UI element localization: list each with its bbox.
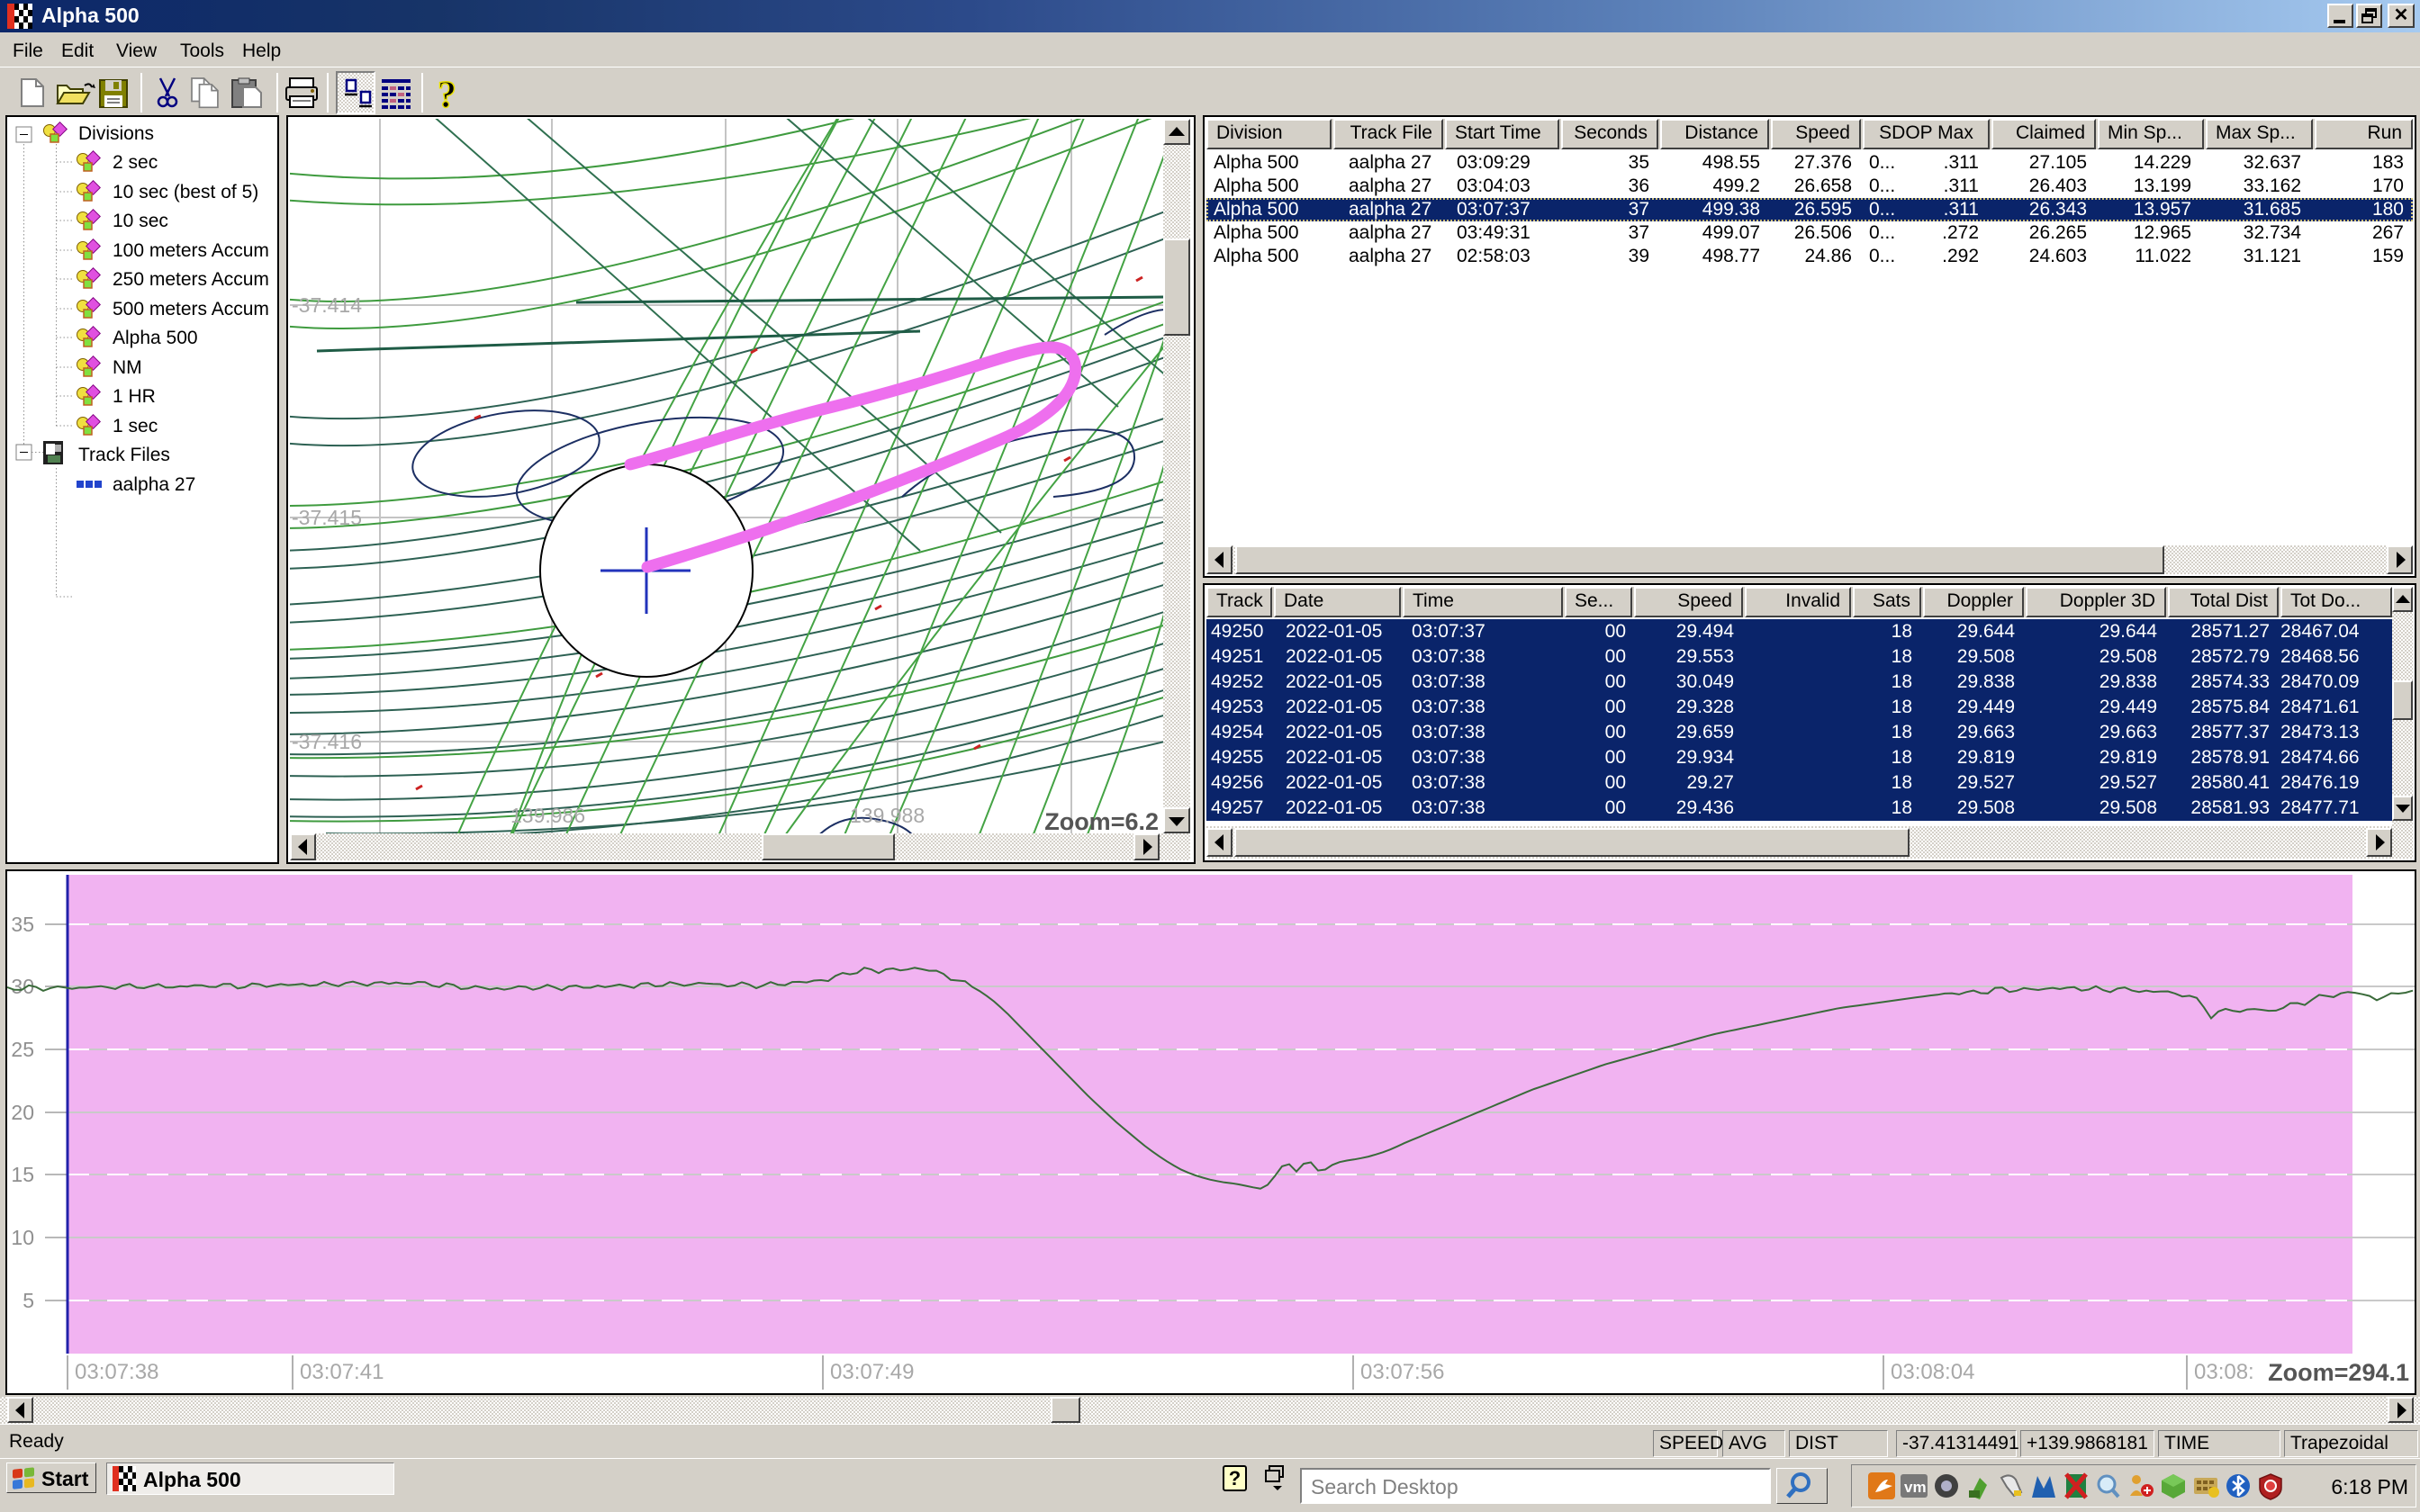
svg-text:5: 5 (23, 1289, 34, 1312)
svg-text:03:08:04: 03:08:04 (1891, 1360, 1974, 1384)
svg-text:03:08:: 03:08: (2194, 1360, 2254, 1384)
svg-text:Zoom=6.2: Zoom=6.2 (1044, 808, 1159, 833)
svg-text:-37.416: -37.416 (292, 730, 362, 753)
svg-text:10: 10 (11, 1226, 34, 1249)
svg-text:vm: vm (1904, 1479, 1927, 1496)
svg-text:-37.414: -37.414 (292, 293, 362, 317)
svg-text:03:07:49: 03:07:49 (830, 1360, 914, 1384)
svg-text:15: 15 (11, 1163, 34, 1186)
svg-text:20: 20 (11, 1101, 34, 1124)
svg-text:03:07:56: 03:07:56 (1360, 1360, 1444, 1384)
svg-text:139.986: 139.986 (510, 804, 585, 827)
svg-text:25: 25 (11, 1038, 34, 1061)
svg-text:03:07:41: 03:07:41 (300, 1360, 384, 1384)
svg-text:?: ? (438, 75, 456, 116)
svg-text:-37.415: -37.415 (292, 506, 362, 529)
svg-text:03:07:38: 03:07:38 (75, 1360, 158, 1384)
svg-text:Zoom=294.1: Zoom=294.1 (2268, 1359, 2409, 1386)
svg-text:35: 35 (11, 913, 34, 936)
svg-text:139.988: 139.988 (850, 804, 925, 827)
